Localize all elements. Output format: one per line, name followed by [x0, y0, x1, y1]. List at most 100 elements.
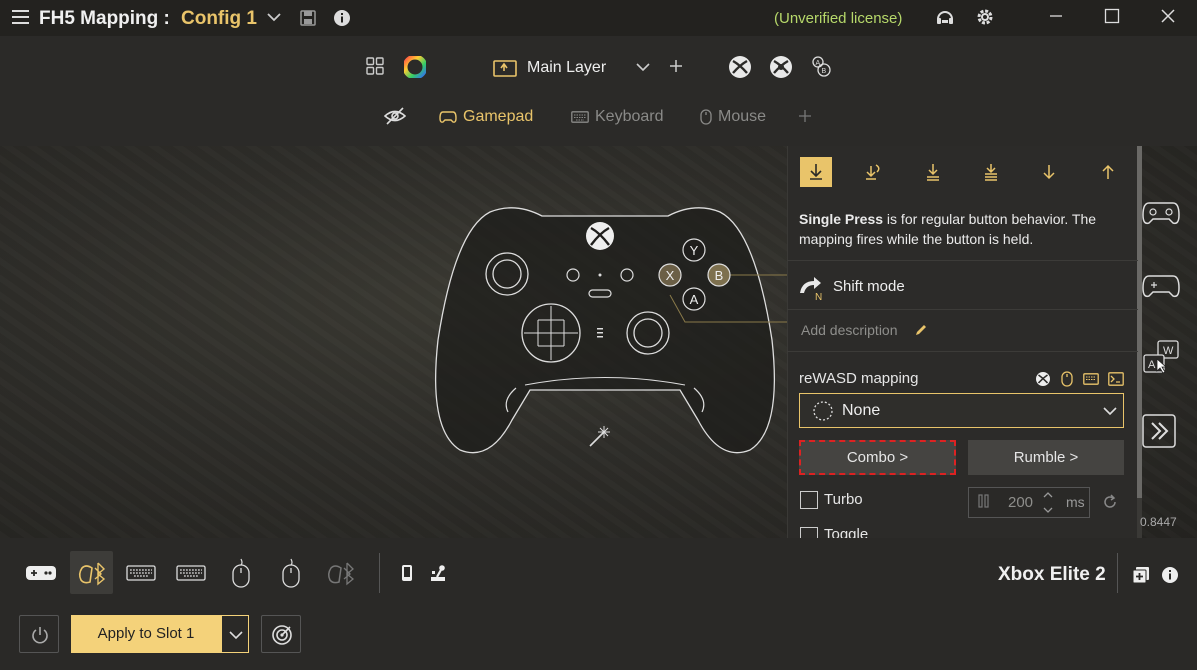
- combo-button[interactable]: Combo >: [799, 440, 956, 475]
- key-a-label: A: [1148, 359, 1156, 371]
- divider: [787, 260, 1138, 261]
- device-info-icon[interactable]: [1161, 566, 1179, 584]
- apply-to-slot-button[interactable]: Apply to Slot 1: [71, 615, 221, 653]
- keyboard-wasd-icon[interactable]: WA: [1141, 338, 1181, 376]
- svg-text:A: A: [816, 60, 821, 67]
- mapping-dropdown[interactable]: None: [799, 393, 1124, 428]
- device-gamepad-wired[interactable]: [21, 553, 61, 593]
- arrow-up-icon: [1102, 164, 1114, 179]
- mouse-icon: [282, 558, 300, 588]
- power-icon: [32, 627, 48, 644]
- magic-wand-icon[interactable]: [589, 426, 610, 447]
- pencil-icon[interactable]: [914, 323, 928, 337]
- device-mouse-2[interactable]: [271, 553, 311, 593]
- xbox-logo-icon[interactable]: [728, 55, 752, 79]
- info-icon[interactable]: [333, 9, 351, 27]
- mouse-icon: [700, 109, 712, 125]
- grid-view-icon[interactable]: [366, 57, 384, 75]
- start-press-mode-button[interactable]: [1033, 157, 1065, 187]
- stepper-icon[interactable]: [1042, 489, 1054, 516]
- arrow-down-icon: [1043, 165, 1055, 180]
- double-press-mode-button[interactable]: [917, 157, 949, 187]
- mouse-output-icon[interactable]: [1061, 371, 1073, 387]
- triple-press-mode-button[interactable]: [975, 157, 1007, 187]
- apply-slot-dropdown[interactable]: [221, 615, 249, 653]
- divider: [787, 351, 1138, 352]
- close-button[interactable]: [1156, 4, 1180, 28]
- keyboard-icon: [571, 111, 589, 123]
- press-mode-description: Single Press is for regular button behav…: [799, 209, 1124, 249]
- menu-icon[interactable]: [12, 10, 29, 25]
- save-icon[interactable]: [300, 10, 316, 26]
- tab-keyboard-label: Keyboard: [595, 108, 664, 125]
- add-description-field[interactable]: Add description: [801, 322, 898, 338]
- description-bold: Single Press: [799, 211, 884, 227]
- svg-text:B: B: [822, 68, 827, 75]
- release-mode-button[interactable]: [1092, 157, 1124, 187]
- shortcut-chevrons-icon[interactable]: [1141, 413, 1181, 451]
- color-wheel-icon[interactable]: [404, 56, 426, 78]
- face-button-x[interactable]: X: [658, 263, 682, 287]
- long-press-mode-button[interactable]: [857, 157, 889, 187]
- device-keyboard-2[interactable]: [171, 553, 211, 593]
- settings-gear-icon[interactable]: [975, 7, 995, 27]
- power-button[interactable]: [19, 615, 59, 653]
- tab-gamepad-label: Gamepad: [463, 108, 534, 125]
- device-joystick[interactable]: [418, 553, 458, 593]
- xbox-shift-icon[interactable]: [769, 55, 793, 79]
- single-press-mode-button[interactable]: [800, 157, 832, 187]
- chevron-down-icon[interactable]: [267, 12, 281, 22]
- long-press-icon: [866, 164, 880, 180]
- maximize-button[interactable]: [1100, 4, 1124, 28]
- rewasd-mapping-label: reWASD mapping: [799, 370, 919, 387]
- tab-mouse[interactable]: Mouse: [700, 108, 766, 126]
- keyboard-output-icon[interactable]: [1083, 373, 1099, 385]
- target-icon: [272, 625, 292, 645]
- minimize-button[interactable]: [1044, 4, 1068, 28]
- turbo-checkbox[interactable]: [800, 491, 818, 509]
- add-device-tab-icon[interactable]: [799, 110, 811, 122]
- ab-controller-icon[interactable]: AB: [809, 55, 833, 79]
- turbo-value: 200: [1008, 494, 1034, 511]
- layer-dropdown-chevron-icon[interactable]: [636, 62, 650, 72]
- bottom-divider: [379, 553, 380, 593]
- gamepad-virtual-icon[interactable]: [1141, 266, 1181, 304]
- gamepad-icon: [439, 111, 457, 123]
- turbo-unit: ms: [1066, 494, 1085, 510]
- device-controller-bluetooth-disabled[interactable]: [321, 553, 361, 593]
- rewasd-window: FH5 Mapping : Config 1 (Unverified licen…: [0, 0, 1197, 670]
- layer-name[interactable]: Main Layer: [527, 59, 606, 77]
- single-press-icon: [810, 164, 822, 180]
- face-button-a[interactable]: A: [682, 287, 706, 311]
- pause-icon: [978, 494, 989, 508]
- rumble-button[interactable]: Rumble >: [968, 440, 1124, 475]
- controller-diagram: Y X B A: [434, 207, 790, 454]
- bottom-right-divider: [1117, 553, 1118, 593]
- turbo-label: Turbo: [824, 491, 863, 508]
- controller-bluetooth-icon: [78, 562, 105, 585]
- device-elite-bluetooth[interactable]: [70, 551, 113, 594]
- tab-keyboard[interactable]: Keyboard: [571, 108, 664, 126]
- add-layer-icon[interactable]: [669, 59, 683, 73]
- face-button-y[interactable]: Y: [682, 238, 706, 262]
- chevron-down-icon: [229, 631, 243, 640]
- gamepad-device-icon[interactable]: [1141, 193, 1181, 231]
- toggle-label: Toggle: [824, 526, 869, 538]
- device-mouse-1[interactable]: [221, 553, 261, 593]
- gamepad-plus-icon: [26, 566, 56, 580]
- shift-mode-label[interactable]: Shift mode: [833, 278, 905, 295]
- tab-gamepad[interactable]: Gamepad: [439, 108, 533, 126]
- mouse-icon: [232, 558, 250, 588]
- add-profile-icon[interactable]: [1132, 566, 1150, 584]
- target-button[interactable]: [261, 615, 301, 653]
- face-button-b[interactable]: B: [707, 263, 731, 287]
- hide-eye-icon[interactable]: [384, 106, 406, 126]
- toggle-checkbox[interactable]: [800, 527, 818, 538]
- macro-output-icon[interactable]: [1108, 372, 1124, 386]
- config-name[interactable]: Config 1: [181, 8, 257, 30]
- support-headset-icon[interactable]: [935, 8, 955, 28]
- device-keyboard-1[interactable]: [121, 553, 161, 593]
- license-status[interactable]: (Unverified license): [774, 10, 902, 27]
- xbox-output-icon[interactable]: [1035, 371, 1051, 387]
- reset-icon[interactable]: [1102, 494, 1118, 510]
